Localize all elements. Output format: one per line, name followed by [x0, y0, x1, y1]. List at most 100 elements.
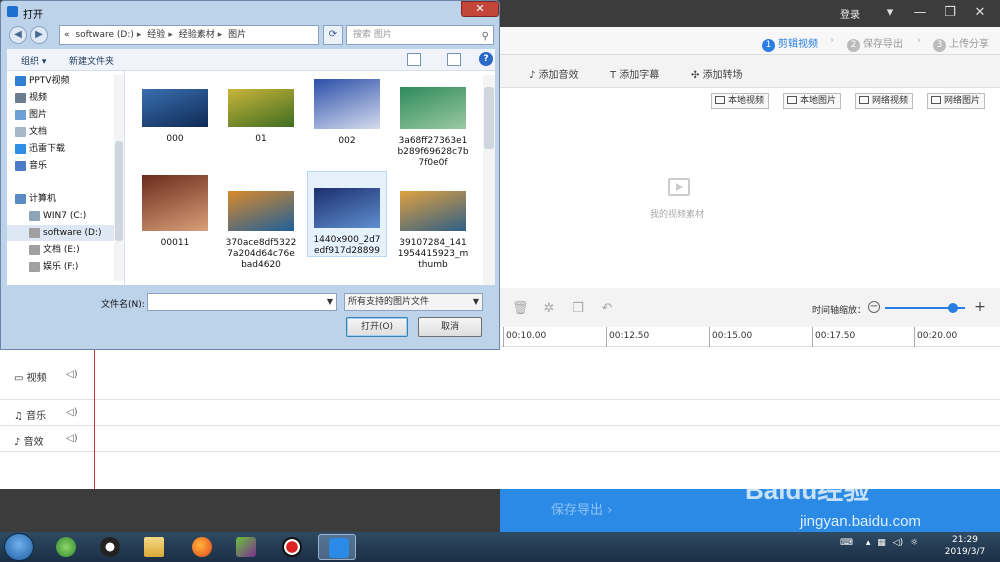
volume-icon[interactable]: ◁)	[66, 369, 78, 380]
zoom-in-icon[interactable]: +	[974, 300, 986, 314]
preview-pane-icon[interactable]	[447, 53, 461, 66]
nav-label: 计算机	[29, 194, 57, 204]
trash-icon[interactable]: 🗑	[512, 301, 529, 317]
computer-icon	[15, 194, 26, 204]
nav-item-drive-e[interactable]: 文档 (E:)	[7, 242, 117, 258]
sound-effect-track[interactable]: ♪ 音效 ◁)	[0, 426, 1000, 452]
search-icon: ⚲	[481, 31, 489, 42]
file-name: 3a68ff27363e1b289f69628c7b7f0e0f	[397, 136, 469, 168]
volume-icon[interactable]: ◁)	[893, 538, 903, 548]
chevron-right-icon: ›	[830, 35, 834, 46]
volume-icon[interactable]: ◁)	[66, 433, 78, 444]
online-video-button[interactable]: 网络视频	[855, 93, 914, 109]
file-item[interactable]: 000	[135, 79, 215, 145]
file-name: 39107284_1411954415923_mthumb	[397, 238, 469, 270]
local-video-button[interactable]: 本地视频	[711, 93, 770, 109]
refresh-icon[interactable]: ⟳	[323, 25, 343, 45]
nav-label: software (D:)	[43, 228, 102, 238]
track-name: 视频	[26, 373, 47, 384]
crop-icon[interactable]: ✲	[541, 301, 557, 317]
close-icon[interactable]: ✕	[969, 3, 991, 23]
taskbar-app-video-editor[interactable]	[318, 534, 356, 560]
volume-icon[interactable]: ◁)	[66, 407, 78, 418]
file-item[interactable]: 1440x900_2d7edf917d28899	[307, 171, 387, 257]
file-item[interactable]: 39107284_1411954415923_mthumb	[393, 175, 473, 271]
taskbar-app-player[interactable]	[226, 534, 264, 560]
nav-item-music[interactable]: 音乐	[7, 158, 117, 174]
view-options-icon[interactable]	[407, 53, 421, 66]
nav-item-documents[interactable]: 文档	[7, 124, 117, 140]
add-transition-button[interactable]: ✣ 添加转场	[691, 66, 743, 81]
taskbar-app-recorder[interactable]	[272, 534, 310, 560]
nav-item-thunder[interactable]: 迅雷下载	[7, 141, 117, 157]
file-item[interactable]: 00011	[135, 175, 215, 249]
record-icon	[282, 537, 302, 557]
start-button[interactable]	[4, 533, 34, 561]
forward-icon[interactable]: ▶	[30, 26, 48, 44]
file-item[interactable]: 002	[307, 79, 387, 147]
file-name: 01	[255, 134, 267, 144]
step-share[interactable]: 3 上传分享	[933, 35, 989, 52]
zoom-out-icon[interactable]: −	[868, 301, 880, 313]
new-folder-button[interactable]: 新建文件夹	[69, 54, 114, 67]
nav-item-drive-d[interactable]: software (D:)	[7, 225, 117, 241]
video-track[interactable]: ▭ 视频 ◁)	[0, 347, 1000, 400]
minimize-icon[interactable]: —	[909, 3, 931, 23]
file-item[interactable]: 370ace8df53227a204d64c76ebad4620	[221, 175, 301, 271]
copy-icon[interactable]: ❐	[570, 301, 586, 317]
login-link[interactable]: 登录	[840, 6, 860, 21]
nav-item-pptv[interactable]: PPTV视频	[7, 73, 117, 89]
keyboard-icon[interactable]: ⌨	[840, 538, 853, 548]
nav-label: 娱乐 (F:)	[43, 262, 79, 272]
local-image-button[interactable]: 本地图片	[783, 93, 842, 109]
cancel-button[interactable]: 取消	[418, 317, 482, 337]
breadcrumb-item[interactable]: 经验	[147, 30, 165, 40]
music-track[interactable]: ♫ 音乐 ◁)	[0, 400, 1000, 426]
nav-item-videos[interactable]: 视频	[7, 90, 117, 106]
nav-scrollbar-thumb[interactable]	[115, 141, 123, 241]
online-image-button[interactable]: 网络图片	[927, 93, 986, 109]
filename-input[interactable]: ▼	[147, 293, 337, 311]
help-icon[interactable]: ?	[479, 52, 493, 66]
file-list-scrollbar-thumb[interactable]	[484, 87, 494, 149]
clock[interactable]: 21:29 2019/3/7	[940, 534, 990, 558]
nav-label: 视频	[29, 93, 48, 103]
file-item[interactable]: 01	[221, 79, 301, 145]
nav-item-drive-f[interactable]: 娱乐 (F:)	[7, 259, 117, 275]
add-sound-effect-button[interactable]: ♪ 添加音效	[529, 66, 579, 81]
breadcrumb-item[interactable]: 经验素材	[179, 30, 215, 40]
taskbar-app-explorer[interactable]	[134, 534, 172, 560]
weather-icon[interactable]: ☼	[910, 538, 918, 548]
breadcrumb-item[interactable]: software (D:)	[75, 30, 134, 40]
undo-icon[interactable]: ↶	[599, 301, 615, 317]
taskbar-app-firefox[interactable]	[182, 534, 220, 560]
file-item[interactable]: 3a68ff27363e1b289f69628c7b7f0e0f	[393, 79, 473, 169]
file-name: 000	[166, 134, 184, 144]
search-input[interactable]: 搜索 图片 ⚲	[346, 25, 494, 45]
system-tray: ⌨ ▴ ▦ ◁) ☼	[840, 538, 918, 548]
nav-item-pictures[interactable]: 图片	[7, 107, 117, 123]
step-edit[interactable]: 1 剪辑视频	[762, 35, 818, 52]
step-export[interactable]: 2 保存导出	[847, 35, 903, 52]
zoom-slider-handle[interactable]	[948, 303, 958, 313]
address-bar[interactable]: « software (D:) ▸ 经验 ▸ 经验素材 ▸ 图片	[59, 25, 319, 45]
dialog-close-button[interactable]: ✕	[461, 1, 499, 17]
add-subtitle-button[interactable]: T 添加字幕	[610, 66, 659, 81]
nav-item-computer[interactable]: 计算机	[7, 191, 117, 207]
network-icon[interactable]: ▦	[877, 538, 886, 548]
maximize-icon[interactable]: ❐	[939, 3, 961, 23]
step-label: 上传分享	[949, 39, 989, 50]
organize-button[interactable]: 组织 ▾	[21, 54, 46, 67]
nav-item-drive-c[interactable]: WIN7 (C:)	[7, 208, 117, 224]
chevron-down-icon[interactable]: ▼	[327, 294, 333, 310]
back-icon[interactable]: ◀	[9, 26, 27, 44]
taskbar-app-qq[interactable]	[90, 534, 128, 560]
playhead[interactable]	[94, 347, 95, 489]
breadcrumb-item[interactable]: 图片	[228, 30, 246, 40]
menu-icon[interactable]: ▾	[879, 3, 901, 23]
open-button[interactable]: 打开(O)	[346, 317, 408, 337]
file-type-select[interactable]: 所有支持的图片文件 ▼	[344, 293, 483, 311]
tray-expand-icon[interactable]: ▴	[866, 538, 871, 548]
qq-icon	[100, 537, 120, 557]
taskbar-app-browser[interactable]	[46, 534, 84, 560]
